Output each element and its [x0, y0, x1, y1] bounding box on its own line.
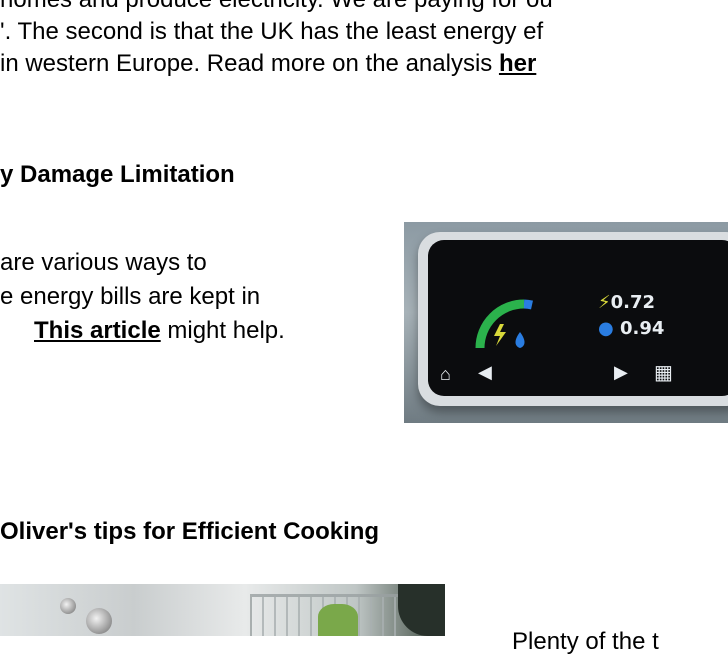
- electric-reading: ⚡0.72: [598, 292, 656, 313]
- appliance-knob: [60, 598, 76, 614]
- home-icon: ⌂: [440, 364, 451, 384]
- appliance-dial: [86, 608, 112, 634]
- damage-line-3: This article might help.: [0, 317, 285, 345]
- damage-line-3-text: might help.: [160, 317, 285, 344]
- smart-meter-device: ⚡0.72 ● 0.94 ⌂ ◀ ▶ ▦: [418, 232, 728, 406]
- forward-arrow-icon: ▶: [614, 362, 628, 382]
- smart-meter-photo: ⚡0.72 ● 0.94 ⌂ ◀ ▶ ▦: [404, 222, 728, 423]
- efficient-cooking-heading: Oliver's tips for Efficient Cooking: [0, 518, 380, 545]
- intro-line-1: homes and produce electricity. We are pa…: [0, 0, 553, 14]
- air-fryer-photo: [0, 584, 445, 636]
- this-article-link[interactable]: This article: [34, 317, 161, 344]
- intro-line-2: '. The second is that the UK has the lea…: [0, 18, 544, 45]
- lightning-icon: ⚡: [598, 292, 611, 313]
- damage-limitation-heading: y Damage Limitation: [0, 161, 235, 188]
- smart-meter-screen: ⚡0.72 ● 0.94 ⌂ ◀ ▶ ▦: [428, 240, 728, 396]
- gas-reading: ● 0.94: [598, 318, 665, 339]
- intro-line-3-text: in western Europe. Read more on the anal…: [0, 50, 499, 77]
- flame-icon: ●: [598, 318, 614, 339]
- back-arrow-icon: ◀: [478, 362, 492, 382]
- photo-background: [398, 584, 445, 636]
- damage-line-1: are various ways to: [0, 249, 207, 276]
- intro-line-3: in western Europe. Read more on the anal…: [0, 50, 536, 78]
- cooking-side-text: Plenty of the t: [512, 628, 659, 655]
- energy-gauge-icon: [475, 299, 533, 349]
- analysis-link[interactable]: her: [499, 50, 536, 77]
- damage-line-2: e energy bills are kept in: [0, 283, 261, 310]
- grid-menu-icon: ▦: [654, 362, 673, 384]
- vegetables: [318, 604, 358, 636]
